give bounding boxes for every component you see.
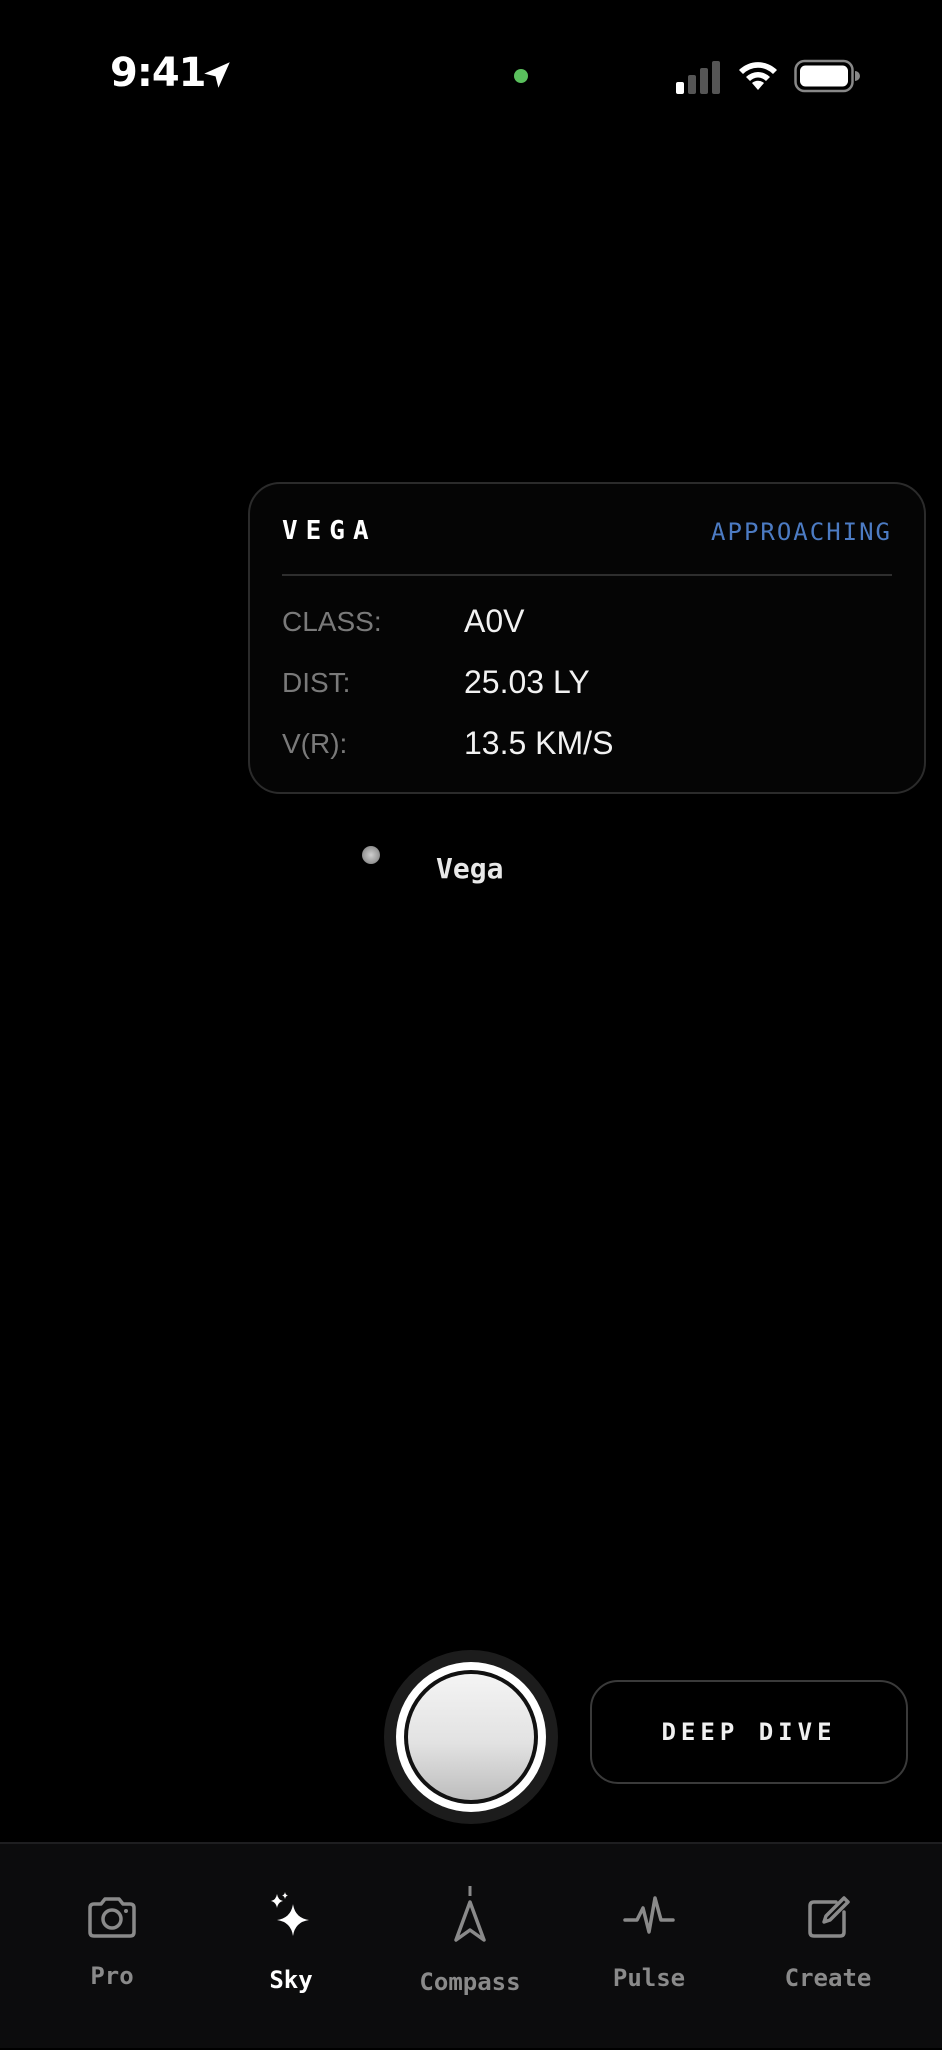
shutter-core [408, 1674, 534, 1800]
row-value: 13.5 KM/S [464, 725, 614, 761]
row-label: CLASS: [282, 606, 382, 637]
card-title: VEGA [282, 516, 377, 546]
tab-create[interactable]: Create [738, 1844, 918, 2050]
tab-label: Create [784, 1964, 872, 1992]
star-info-card: VEGA APPROACHING CLASS: A0V DIST: 25.03 … [248, 482, 926, 794]
tab-label: Pro [90, 1962, 134, 1990]
card-row-radial-velocity: V(R): 13.5 KM/S [282, 725, 892, 768]
deep-dive-button[interactable]: DEEP DIVE [590, 1680, 908, 1784]
sparkles-icon [271, 1892, 309, 1936]
camera-indicator-dot [514, 69, 528, 83]
camera-icon [88, 1897, 136, 1938]
tab-sky[interactable]: Sky [201, 1844, 381, 2050]
row-label: V(R): [282, 728, 348, 759]
tab-compass[interactable]: Compass [380, 1844, 560, 2050]
shutter-button[interactable] [384, 1650, 558, 1824]
battery-icon [794, 59, 860, 93]
pulse-icon [623, 1896, 675, 1934]
shutter-ring [396, 1662, 546, 1812]
tab-label: Compass [419, 1968, 521, 1996]
card-row-class: CLASS: A0V [282, 603, 892, 646]
compass-arrow-icon [454, 1886, 486, 1942]
row-value: 25.03 LY [464, 664, 590, 700]
card-divider [282, 574, 892, 576]
tab-pro[interactable]: Pro [22, 1844, 202, 2050]
row-label: DIST: [282, 667, 351, 698]
edit-square-icon [808, 1896, 850, 1938]
shutter-gap [404, 1670, 538, 1804]
card-status: APPROACHING [711, 518, 892, 546]
wifi-icon [739, 62, 777, 90]
status-time: 9:41 [110, 50, 206, 96]
tab-label: Pulse [612, 1964, 686, 1992]
row-value: A0V [464, 603, 525, 639]
card-row-distance: DIST: 25.03 LY [282, 664, 892, 707]
location-arrow-icon [204, 62, 230, 88]
status-bar: 9:41 [0, 0, 942, 150]
tab-bar: Pro Sky Compass Pulse Create [0, 1842, 942, 2048]
tab-label: Sky [269, 1966, 313, 1994]
star-label[interactable]: Vega [436, 852, 503, 885]
tab-pulse[interactable]: Pulse [559, 1844, 739, 2050]
cellular-signal-icon [676, 61, 720, 94]
star-marker[interactable] [362, 846, 380, 864]
